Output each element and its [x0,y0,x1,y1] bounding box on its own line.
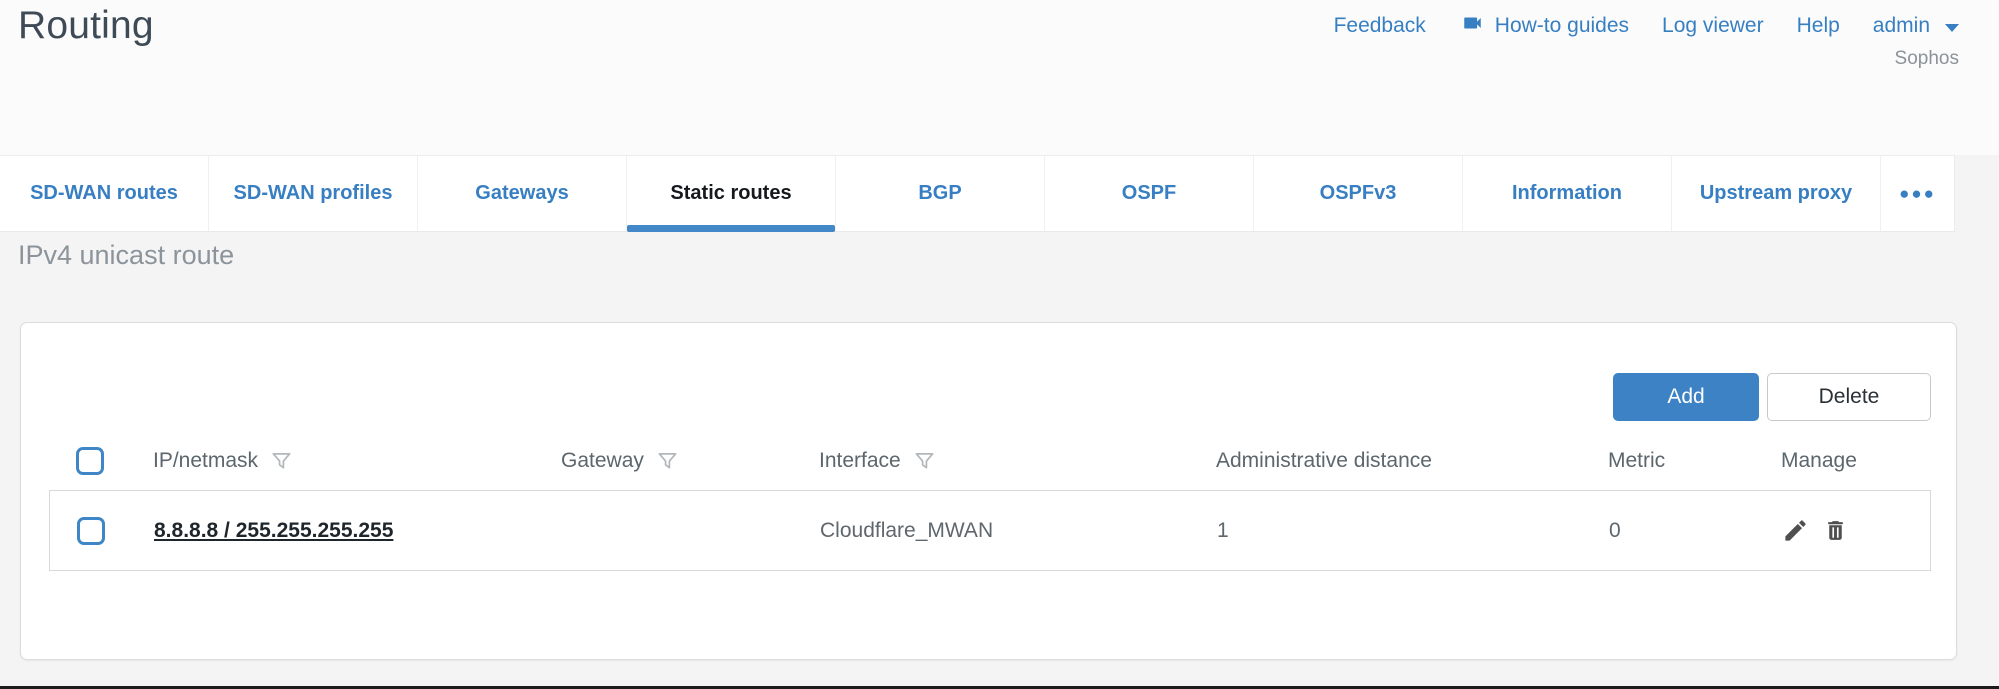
log-viewer-link[interactable]: Log viewer [1662,14,1764,38]
admin-user-label: admin [1873,14,1930,38]
column-header-interface: Interface [819,449,1216,473]
administrative-distance-cell: 1 [1217,519,1609,543]
tab-ospf[interactable]: OSPF [1045,156,1254,231]
table-header-row: IP/netmask Gateway Interface Administrat… [49,436,1931,486]
page-title: Routing [18,4,154,48]
video-camera-icon [1459,12,1486,40]
tab-ospfv3[interactable]: OSPFv3 [1254,156,1463,231]
gateway-header-label: Gateway [561,449,644,473]
edit-icon[interactable] [1782,517,1809,544]
manage-cell [1782,517,1930,544]
ipv4-unicast-route-card: Add Delete IP/netmask Gateway Interface … [20,322,1957,660]
select-all-cell [49,447,153,475]
routing-tab-bar: SD-WAN routes SD-WAN profiles Gateways S… [0,155,1955,232]
tab-sd-wan-routes[interactable]: SD-WAN routes [0,156,209,231]
tab-upstream-proxy[interactable]: Upstream proxy [1672,156,1881,231]
table-row: 8.8.8.8 / 255.255.255.255 Cloudflare_MWA… [49,490,1931,571]
tab-information[interactable]: Information [1463,156,1672,231]
administrative-distance-header-label: Administrative distance [1216,449,1432,473]
help-label: Help [1797,14,1840,38]
ip-netmask-cell: 8.8.8.8 / 255.255.255.255 [154,519,562,543]
delete-button[interactable]: Delete [1767,373,1931,421]
delete-icon[interactable] [1823,518,1848,543]
table-toolbar: Add Delete [1613,373,1931,421]
metric-cell: 0 [1609,519,1782,543]
column-header-gateway: Gateway [561,449,819,473]
interface-header-label: Interface [819,449,901,473]
manage-header-label: Manage [1781,449,1857,473]
ip-netmask-header-label: IP/netmask [153,449,258,473]
route-link[interactable]: 8.8.8.8 / 255.255.255.255 [154,519,393,542]
how-to-guides-label: How-to guides [1495,14,1629,38]
filter-icon[interactable] [656,450,679,473]
how-to-guides-link[interactable]: How-to guides [1459,12,1629,40]
column-header-ip-netmask: IP/netmask [153,449,561,473]
metric-header-label: Metric [1608,449,1665,473]
section-heading-ipv4-unicast-route: IPv4 unicast route [18,240,234,271]
admin-user-menu[interactable]: admin [1873,14,1959,38]
filter-icon[interactable] [270,450,293,473]
interface-cell: Cloudflare_MWAN [820,519,1217,543]
column-header-manage: Manage [1781,449,1931,473]
routing-page: { "page": { "title": "Routing" }, "topna… [0,0,1999,689]
page-header: Routing Feedback How-to guides Log viewe… [0,0,1999,155]
feedback-link[interactable]: Feedback [1334,14,1426,38]
row-select-cell [50,517,154,545]
add-button[interactable]: Add [1613,373,1759,421]
column-header-administrative-distance: Administrative distance [1216,449,1608,473]
tab-sd-wan-profiles[interactable]: SD-WAN profiles [209,156,418,231]
tab-bgp[interactable]: BGP [836,156,1045,231]
filter-icon[interactable] [913,450,936,473]
select-all-checkbox[interactable] [76,447,104,475]
column-header-metric: Metric [1608,449,1781,473]
tab-static-routes[interactable]: Static routes [627,156,836,231]
chevron-down-icon [1945,24,1959,32]
log-viewer-label: Log viewer [1662,14,1764,38]
more-tabs-icon[interactable]: ●●● [1881,156,1954,231]
help-link[interactable]: Help [1797,14,1840,38]
row-checkbox[interactable] [77,517,105,545]
tab-gateways[interactable]: Gateways [418,156,627,231]
brand-label: Sophos [1334,48,1959,70]
top-navigation: Feedback How-to guides Log viewer Help a… [1334,12,1959,70]
top-navigation-links: Feedback How-to guides Log viewer Help a… [1334,12,1959,40]
feedback-label: Feedback [1334,14,1426,38]
